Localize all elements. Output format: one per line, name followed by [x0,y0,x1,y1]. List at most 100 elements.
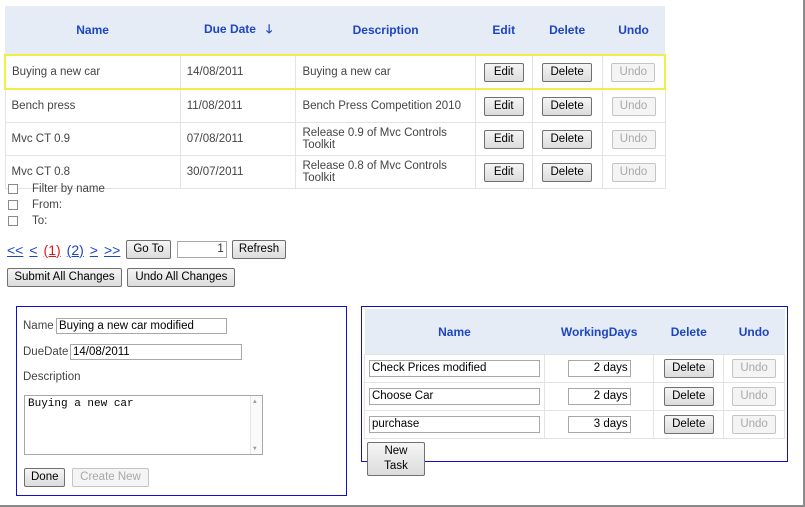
row-due-date: 07/08/2011 [179,122,297,156]
table-row[interactable]: Bench press 11/08/2011 Bench Press Compe… [4,88,666,123]
done-button[interactable]: Done [24,468,65,487]
task-undo-cell: Undo [723,382,785,411]
task-delete-cell: Delete [653,354,725,383]
task-delete-button[interactable]: Delete [663,387,714,406]
go-to-button[interactable]: Go To [126,240,171,259]
row-due-date: 11/08/2011 [179,88,297,123]
description-label: Description [23,371,81,383]
header-undo: Undo [602,6,665,55]
filter-by-name-checkbox[interactable] [8,184,18,194]
task-undo-button[interactable]: Undo [732,387,777,406]
pager-last-link[interactable]: >> [104,242,120,258]
header-task-undo: Undo [723,309,785,355]
edit-cell: Edit [474,122,533,156]
header-description[interactable]: Description [295,6,476,55]
task-delete-button[interactable]: Delete [663,359,714,378]
working-days-input[interactable]: 2 days [567,360,631,377]
undo-all-changes-button[interactable]: Undo All Changes [127,268,236,287]
header-task-name: Name [364,309,545,355]
edit-button[interactable]: Edit [483,96,524,116]
submit-all-changes-button[interactable]: Submit All Changes [7,268,122,287]
undo-button[interactable]: Undo [611,129,656,149]
due-date-field[interactable]: 14/08/2011 [70,344,242,360]
name-field[interactable]: Buying a new car modified [56,318,227,334]
bulk-actions: Submit All Changes Undo All Changes [7,268,236,287]
filter-by-name-label: Filter by name [32,183,105,195]
undo-cell: Undo [601,54,666,90]
edit-button[interactable]: Edit [483,129,524,149]
task-undo-cell: Undo [723,354,785,383]
header-delete: Delete [532,6,603,55]
edit-cell: Edit [474,54,533,90]
task-name-input[interactable]: Choose Car [368,388,540,405]
table-row[interactable]: Mvc CT 0.9 07/08/2011 Release 0.9 of Mvc… [4,122,666,156]
textarea-scrollbar[interactable]: ▲ ▼ [250,396,262,454]
table-row[interactable]: Buying a new car 14/08/2011 Buying a new… [3,54,666,90]
header-edit: Edit [475,6,533,55]
header-due-date[interactable]: Due Date 🡓 [180,6,296,55]
header-due-date-label: Due Date [203,21,256,36]
filter-from-label: From: [32,199,63,211]
working-days-input[interactable]: 3 days [567,416,631,433]
header-working-days: WorkingDays [544,309,654,355]
subtask-row: purchase 3 days Delete Undo [364,410,785,439]
row-due-date: 14/08/2011 [179,54,297,90]
pager-first-link[interactable]: << [7,242,23,258]
refresh-button[interactable]: Refresh [231,240,287,259]
task-name-input[interactable]: purchase [368,416,540,433]
filter-to-label: To: [32,215,48,227]
task-undo-button[interactable]: Undo [732,415,777,434]
task-name-input[interactable]: Check Prices modified [368,360,540,377]
delete-cell: Delete [531,88,603,123]
task-undo-button[interactable]: Undo [732,359,777,378]
row-description: Release 0.9 of Mvc Controls Toolkit [295,122,476,156]
description-textarea[interactable]: Buying a new car ▲ ▼ [24,395,263,455]
task-undo-cell: Undo [723,410,785,439]
undo-button[interactable]: Undo [611,162,656,182]
undo-button[interactable]: Undo [611,96,656,116]
pager-next-link[interactable]: > [90,242,98,258]
filters: Filter by name From: To: [8,181,105,229]
task-name-cell: Choose Car [364,382,545,411]
subtask-row: Choose Car 2 days Delete Undo [364,382,785,411]
task-days-cell: 2 days [543,354,655,383]
row-due-date: 30/07/2011 [179,155,297,189]
delete-cell: Delete [531,155,603,189]
task-delete-cell: Delete [653,382,725,411]
subtasks-header: Name WorkingDays Delete Undo [364,309,785,355]
filter-from-checkbox[interactable] [8,200,18,210]
scroll-up-icon[interactable]: ▲ [253,398,257,405]
due-date-label: DueDate [23,346,69,358]
detail-panel: Name Buying a new car modified DueDate 1… [16,306,347,496]
edit-button[interactable]: Edit [483,162,524,182]
grid-header: Name Due Date 🡓 Description Edit Delete U… [5,6,665,55]
undo-cell: Undo [601,155,666,189]
name-label: Name [23,320,54,332]
undo-cell: Undo [601,122,666,156]
filter-to-checkbox[interactable] [8,216,18,226]
undo-cell: Undo [601,88,666,123]
pager-page-2-link[interactable]: (2) [67,242,84,258]
page-number-input[interactable]: 1 [176,241,227,258]
delete-button[interactable]: Delete [542,62,593,82]
delete-button[interactable]: Delete [542,162,593,182]
delete-button[interactable]: Delete [542,96,593,116]
pager-prev-link[interactable]: < [29,242,37,258]
row-description: Buying a new car [295,54,476,90]
header-name[interactable]: Name [5,6,181,55]
task-days-cell: 3 days [543,410,655,439]
create-new-button[interactable]: Create New [72,468,149,487]
undo-button[interactable]: Undo [611,62,656,82]
row-name: Buying a new car [3,54,181,90]
task-name-cell: Check Prices modified [364,354,545,383]
scroll-down-icon[interactable]: ▼ [253,445,257,452]
working-days-input[interactable]: 2 days [567,388,631,405]
delete-cell: Delete [531,54,603,90]
new-task-button[interactable]: New Task [367,442,425,476]
pager-page-1-link[interactable]: (1) [44,242,61,258]
delete-button[interactable]: Delete [542,129,593,149]
subtasks-panel: Name WorkingDays Delete Undo Check Price… [361,306,788,476]
edit-button[interactable]: Edit [483,62,524,82]
task-delete-button[interactable]: Delete [663,415,714,434]
pager: << < (1) (2) > >> Go To 1 Refresh [7,240,287,259]
